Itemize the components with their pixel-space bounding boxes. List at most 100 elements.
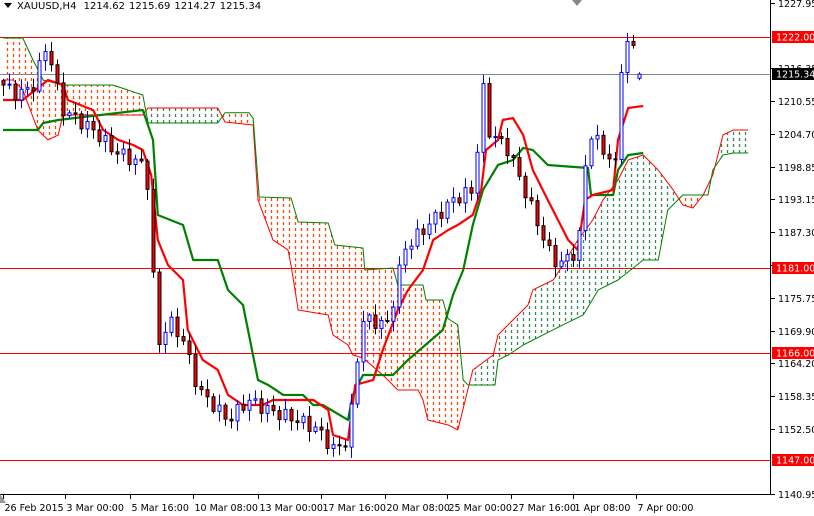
candle (163, 322, 168, 354)
candle-body (397, 264, 402, 308)
candle-body (505, 137, 510, 157)
candle-body (493, 136, 498, 139)
candle-body (637, 73, 642, 79)
candle (283, 398, 288, 423)
chart-shift-marker-icon[interactable] (572, 0, 582, 6)
candle-body (307, 415, 312, 432)
candle-body (181, 336, 186, 342)
candle-body (169, 316, 174, 333)
price-tick-label: 1193.15 (778, 195, 814, 206)
candle-body (37, 60, 42, 92)
candle-body (469, 187, 474, 194)
candle-body (259, 398, 264, 414)
open-value: 1214.62 (83, 1, 125, 12)
candle-body (127, 148, 132, 165)
time-tick-label: 17 Mar 16:00 (323, 503, 386, 514)
candle-body (163, 331, 168, 345)
dropdown-triangle-icon[interactable] (4, 3, 12, 8)
candle-body (601, 134, 606, 155)
candle-body (451, 197, 456, 203)
candle (187, 333, 192, 364)
candle (397, 256, 402, 314)
price-tick-label: 1164.20 (778, 359, 814, 370)
candle-body (373, 314, 378, 329)
price-axis: 1227.951216.351210.551204.701198.851193.… (770, 0, 814, 501)
candle-body (97, 129, 102, 143)
candle-body (349, 403, 354, 448)
candle-body (463, 187, 468, 204)
candle-body (31, 87, 36, 92)
bearish-cloud-segment (679, 194, 703, 208)
candle-body (91, 120, 96, 131)
candle (439, 201, 444, 228)
candle (1, 78, 6, 96)
candle (607, 144, 612, 168)
candle-body (67, 112, 72, 117)
candle (541, 216, 546, 249)
time-axis: 26 Feb 2015 3 Mar 00:00 5 Mar 16:00 10 Mar … (3, 494, 693, 514)
price-tick-label: 1152.50 (778, 425, 814, 436)
candle (625, 32, 630, 84)
candle-body (7, 83, 12, 86)
low-value: 1214.27 (174, 1, 216, 12)
candle (403, 240, 408, 273)
candle (409, 239, 414, 260)
candle (445, 199, 450, 224)
candle-body (319, 426, 324, 431)
price-chart[interactable]: 1227.951216.351210.551204.701198.851193.… (0, 0, 814, 516)
candle-body (25, 87, 30, 90)
candle-body (577, 230, 582, 261)
candle (583, 155, 588, 241)
candle (13, 80, 18, 110)
level-price-label: 1222.00 (776, 33, 814, 44)
candle (229, 408, 234, 429)
time-tick-label: 5 Mar 16:00 (132, 503, 189, 514)
candle-body (553, 244, 558, 268)
candle (49, 42, 54, 72)
candle-body (313, 426, 318, 432)
candle (487, 77, 492, 140)
candle (325, 422, 330, 455)
price-tick-label: 1169.90 (778, 327, 814, 338)
candle-body (391, 306, 396, 322)
candle-body (331, 444, 336, 450)
candle-body (625, 40, 630, 74)
candle-body (211, 396, 216, 412)
time-tick-label: 25 Mar 00:00 (449, 503, 512, 514)
candle-body (139, 158, 144, 162)
candle-body (73, 112, 78, 115)
candle-body (157, 271, 162, 345)
plot-area (0, 32, 770, 461)
candle (145, 158, 150, 200)
candle (595, 124, 600, 150)
candle (181, 328, 186, 346)
candle-body (289, 408, 294, 422)
candle-body (247, 399, 252, 411)
candle (457, 192, 462, 207)
candle-body (115, 151, 120, 155)
candle (535, 194, 540, 236)
candle (37, 52, 42, 94)
candle (631, 34, 636, 49)
time-tick-label: 27 Mar 16:00 (513, 503, 576, 514)
candle-body (589, 138, 594, 167)
bullish-cloud-segment (470, 155, 678, 385)
candle (79, 111, 84, 134)
level-price-label: 1147.00 (776, 456, 814, 467)
candle (295, 410, 300, 431)
candle-body (121, 148, 126, 155)
candle-body (271, 404, 276, 412)
candle (601, 130, 606, 160)
candle (619, 64, 624, 165)
candle-body (301, 415, 306, 424)
candle (205, 379, 210, 408)
candle-body (487, 83, 492, 138)
candle-body (511, 155, 516, 159)
candle-body (607, 153, 612, 160)
candle (193, 345, 198, 395)
candle (307, 405, 312, 442)
candle-body (337, 444, 342, 447)
candle (133, 154, 138, 175)
level-price-label: 1166.00 (776, 349, 814, 360)
candle (247, 393, 252, 421)
